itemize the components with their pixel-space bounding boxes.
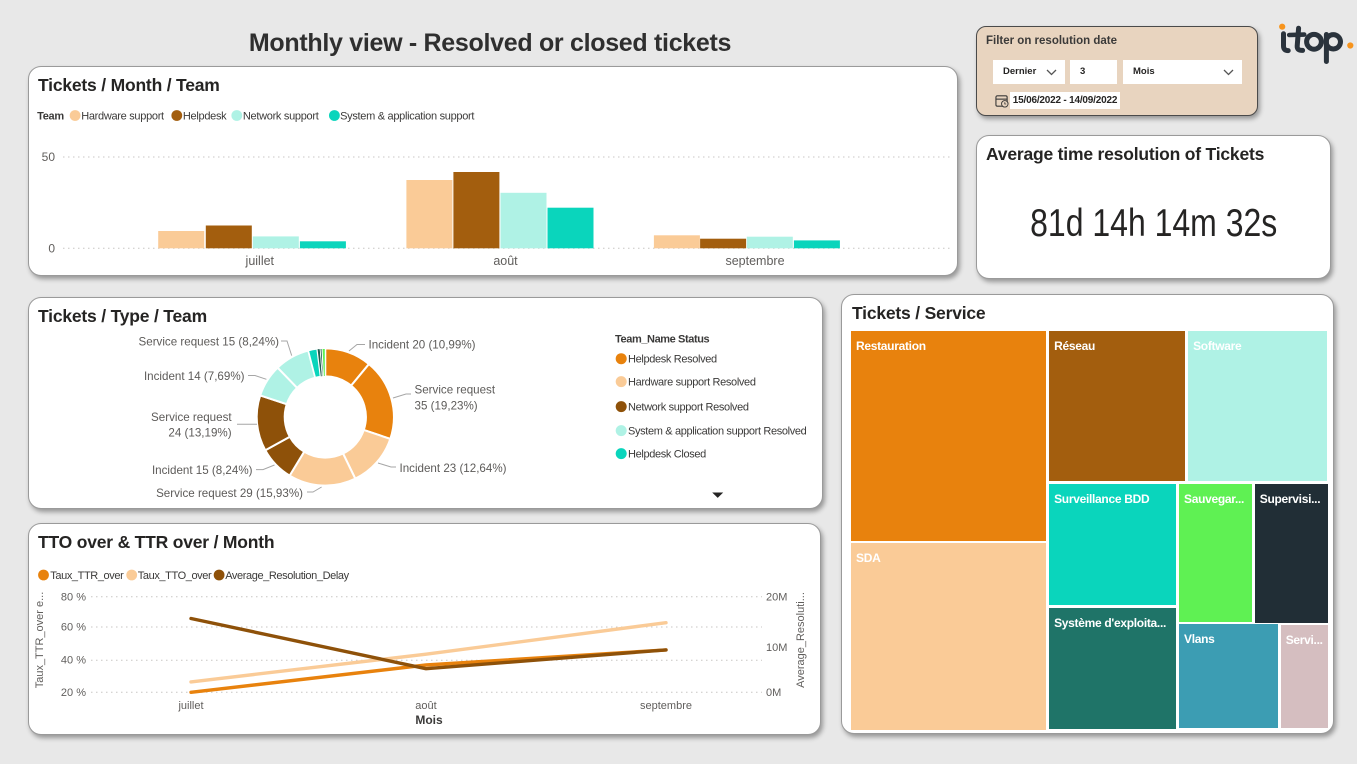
svg-text:septembre: septembre [725, 254, 784, 268]
svg-text:50: 50 [42, 150, 56, 164]
svg-text:Incident 23 (12,64%): Incident 23 (12,64%) [400, 462, 507, 475]
svg-text:Helpdesk Closed: Helpdesk Closed [628, 449, 706, 461]
svg-text:Taux_TTR_over e...: Taux_TTR_over e... [34, 592, 46, 689]
svg-text:Service request 15 (8,24%): Service request 15 (8,24%) [139, 336, 280, 349]
svg-text:Average_Resoluti...: Average_Resoluti... [795, 592, 807, 688]
svg-text:10M: 10M [766, 642, 787, 654]
svg-text:0: 0 [48, 241, 55, 255]
svg-text:20 %: 20 % [61, 687, 86, 699]
svg-text:Mois: Mois [415, 713, 443, 727]
svg-text:juillet: juillet [177, 700, 203, 712]
svg-text:Helpdesk: Helpdesk [183, 111, 227, 123]
svg-text:Team: Team [37, 111, 64, 123]
svg-text:Incident 15 (8,24%): Incident 15 (8,24%) [152, 464, 253, 477]
svg-text:35 (19,23%): 35 (19,23%) [415, 400, 478, 413]
svg-text:Taux_TTR_over: Taux_TTR_over [50, 570, 124, 582]
svg-text:juillet: juillet [245, 254, 275, 268]
svg-text:août: août [415, 700, 436, 712]
svg-text:System & application support R: System & application support Resolved [628, 426, 807, 438]
svg-text:Helpdesk Resolved: Helpdesk Resolved [628, 354, 717, 366]
svg-text:Hardware support: Hardware support [81, 111, 164, 123]
svg-text:0M: 0M [766, 687, 781, 699]
svg-text:Average_Resolution_Delay: Average_Resolution_Delay [225, 570, 349, 582]
svg-text:80 %: 80 % [61, 592, 86, 604]
svg-text:20M: 20M [766, 592, 787, 604]
svg-text:Taux_TTO_over: Taux_TTO_over [138, 570, 212, 582]
svg-text:40 %: 40 % [61, 655, 86, 667]
svg-text:Service request: Service request [415, 384, 496, 397]
svg-text:Service request 29 (15,93%): Service request 29 (15,93%) [156, 487, 303, 500]
svg-text:Team_Name Status: Team_Name Status [615, 334, 710, 346]
svg-text:24 (13,19%): 24 (13,19%) [168, 426, 231, 439]
svg-text:Network support: Network support [243, 111, 319, 123]
svg-text:System & application support: System & application support [340, 111, 474, 123]
svg-text:60 %: 60 % [61, 622, 86, 634]
svg-text:Incident 14 (7,69%): Incident 14 (7,69%) [144, 370, 245, 383]
svg-text:Hardware support Resolved: Hardware support Resolved [628, 377, 756, 389]
svg-text:septembre: septembre [640, 700, 692, 712]
svg-text:août: août [493, 254, 518, 268]
svg-text:Service request: Service request [151, 411, 232, 424]
svg-text:Network support Resolved: Network support Resolved [628, 402, 749, 414]
svg-text:Incident 20 (10,99%): Incident 20 (10,99%) [369, 339, 476, 352]
